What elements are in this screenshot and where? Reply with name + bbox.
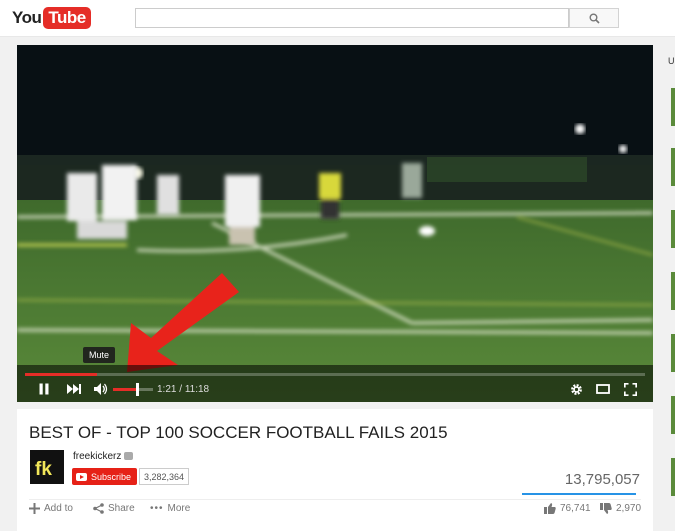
subscriber-count: 3,282,364 <box>139 468 190 485</box>
video-info-card: BEST OF - TOP 100 SOCCER FOOTBALL FAILS … <box>17 409 653 531</box>
subscribe-button[interactable]: Subscribe <box>72 468 138 485</box>
like-count: 76,741 <box>560 503 591 514</box>
channel-name[interactable]: freekickerz <box>73 451 121 462</box>
theater-mode-button[interactable] <box>595 380 611 398</box>
youtube-play-icon <box>76 472 87 481</box>
dislike-button[interactable]: 2,970 <box>600 503 641 514</box>
settings-button[interactable] <box>568 380 584 398</box>
avatar-text: fk <box>35 459 52 480</box>
share-button[interactable]: Share <box>93 503 135 514</box>
gear-icon <box>570 383 582 395</box>
sidebar-thumbnail[interactable] <box>671 458 675 496</box>
fullscreen-icon <box>623 382 637 396</box>
plus-icon <box>29 503 40 514</box>
channel-avatar[interactable]: fk <box>30 450 64 484</box>
youtube-logo[interactable]: You Tube <box>12 7 91 29</box>
logo-you: You <box>12 8 42 27</box>
fullscreen-button[interactable] <box>622 380 638 398</box>
dislike-count: 2,970 <box>616 503 642 514</box>
pause-icon <box>39 383 49 395</box>
verified-icon <box>124 452 133 460</box>
divider <box>29 499 641 500</box>
subscribe-label: Subscribe <box>91 471 132 482</box>
logo-tube: Tube <box>43 7 91 29</box>
like-button[interactable]: 76,741 <box>544 503 591 514</box>
volume-icon <box>94 383 108 395</box>
add-to-button[interactable]: Add to <box>29 503 73 514</box>
more-dots-icon: ••• <box>150 503 164 514</box>
channel-logo-icon: fk <box>30 450 64 484</box>
duration: 11:18 <box>184 384 210 395</box>
share-label: Share <box>108 503 135 514</box>
sidebar-thumbnail[interactable] <box>671 334 675 372</box>
player-controls: 1:21 / 11:18 <box>17 376 653 402</box>
pause-button[interactable] <box>36 380 52 398</box>
next-button[interactable] <box>65 380 83 398</box>
view-count: 13,795,057 <box>564 471 640 488</box>
sidebar-thumbnail[interactable] <box>671 272 675 310</box>
time-display: 1:21 / 11:18 <box>157 384 210 395</box>
next-icon <box>67 384 81 394</box>
thumbs-up-icon <box>544 503 556 514</box>
sidebar-thumbnail[interactable] <box>671 210 675 248</box>
sidebar-heading: U <box>668 56 675 66</box>
masthead: You Tube <box>0 0 675 37</box>
theater-mode-icon <box>596 384 610 394</box>
more-button[interactable]: ••• More <box>150 503 190 514</box>
sidebar-thumbnail[interactable] <box>671 148 675 186</box>
video-title: BEST OF - TOP 100 SOCCER FOOTBALL FAILS … <box>29 423 448 442</box>
current-time: 1:21 <box>157 384 177 395</box>
volume-level <box>113 388 137 391</box>
volume-handle[interactable] <box>136 383 139 396</box>
sidebar-thumbnail[interactable] <box>671 396 675 434</box>
mute-button[interactable] <box>92 380 110 398</box>
volume-slider[interactable] <box>113 383 153 396</box>
mute-tooltip: Mute <box>83 347 116 363</box>
sidebar-thumbnail[interactable] <box>671 88 675 126</box>
more-label: More <box>167 503 191 514</box>
share-icon <box>93 503 104 514</box>
thumbs-down-icon <box>600 503 612 514</box>
search-input[interactable] <box>135 8 569 28</box>
like-ratio-bar <box>522 493 636 495</box>
search-button[interactable] <box>569 8 619 28</box>
video-player[interactable]: Mute 1:21 / 11:18 <box>17 45 653 402</box>
add-to-label: Add to <box>44 503 73 514</box>
search-icon <box>589 13 600 24</box>
